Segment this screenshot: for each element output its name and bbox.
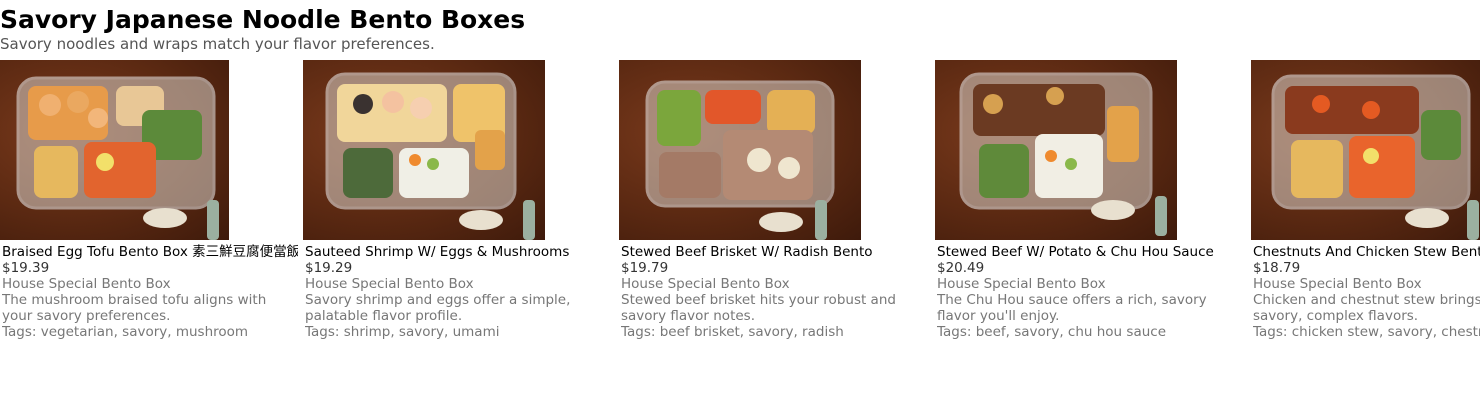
bento-box-photo[interactable]: [619, 60, 861, 240]
product-tags: Tags: beef, savory, chu hou sauce: [937, 324, 1166, 340]
product-name[interactable]: Stewed Beef Brisket W/ Radish Bento: [621, 244, 917, 260]
product-category: House Special Bento Box: [937, 276, 1106, 292]
product-name[interactable]: Stewed Beef W/ Potato & Chu Hou Sauce: [937, 244, 1233, 260]
product-description: Stewed beef brisket hits your robust and…: [621, 292, 896, 324]
product-card[interactable]: Stewed Beef W/ Potato & Chu Hou Sauce $2…: [935, 60, 1235, 400]
product-name[interactable]: Chestnuts And Chicken Stew Bento: [1253, 244, 1480, 260]
product-card[interactable]: Sauteed Shrimp W/ Eggs & Mushrooms $19.2…: [303, 60, 603, 400]
product-price: $19.39: [2, 260, 50, 276]
product-price: $19.79: [621, 260, 669, 276]
product-category: House Special Bento Box: [2, 276, 171, 292]
product-card[interactable]: Chestnuts And Chicken Stew Bento $18.79 …: [1251, 60, 1480, 400]
bento-box-photo[interactable]: [303, 60, 545, 240]
product-category: House Special Bento Box: [1253, 276, 1422, 292]
product-tags: Tags: shrimp, savory, umami: [305, 324, 500, 340]
product-card[interactable]: Braised Egg Tofu Bento Box 素三鮮豆腐便當飯 $19.…: [0, 60, 300, 400]
bento-box-photo[interactable]: [935, 60, 1177, 240]
page-subtitle: Savory noodles and wraps match your flav…: [0, 35, 435, 53]
product-description: The mushroom braised tofu aligns with yo…: [2, 292, 267, 324]
product-category: House Special Bento Box: [305, 276, 474, 292]
product-price: $20.49: [937, 260, 985, 276]
bento-box-photo[interactable]: [0, 60, 229, 240]
product-description: The Chu Hou sauce offers a rich, savory …: [937, 292, 1207, 324]
product-card-row: Braised Egg Tofu Bento Box 素三鮮豆腐便當飯 $19.…: [0, 60, 1480, 400]
product-name[interactable]: Sauteed Shrimp W/ Eggs & Mushrooms: [305, 244, 601, 260]
product-description: Chicken and chestnut stew brings rich, s…: [1253, 292, 1480, 324]
product-price: $18.79: [1253, 260, 1301, 276]
product-tags: Tags: beef brisket, savory, radish: [621, 324, 844, 340]
product-tags: Tags: vegetarian, savory, mushroom: [2, 324, 249, 340]
product-card[interactable]: Stewed Beef Brisket W/ Radish Bento $19.…: [619, 60, 919, 400]
product-price: $19.29: [305, 260, 353, 276]
product-category: House Special Bento Box: [621, 276, 790, 292]
product-name[interactable]: Braised Egg Tofu Bento Box 素三鮮豆腐便當飯: [2, 244, 298, 260]
product-tags: Tags: chicken stew, savory, chestnut: [1253, 324, 1480, 340]
product-description: Savory shrimp and eggs offer a simple, p…: [305, 292, 571, 324]
bento-box-photo[interactable]: [1251, 60, 1480, 240]
page-title: Savory Japanese Noodle Bento Boxes: [0, 5, 526, 34]
